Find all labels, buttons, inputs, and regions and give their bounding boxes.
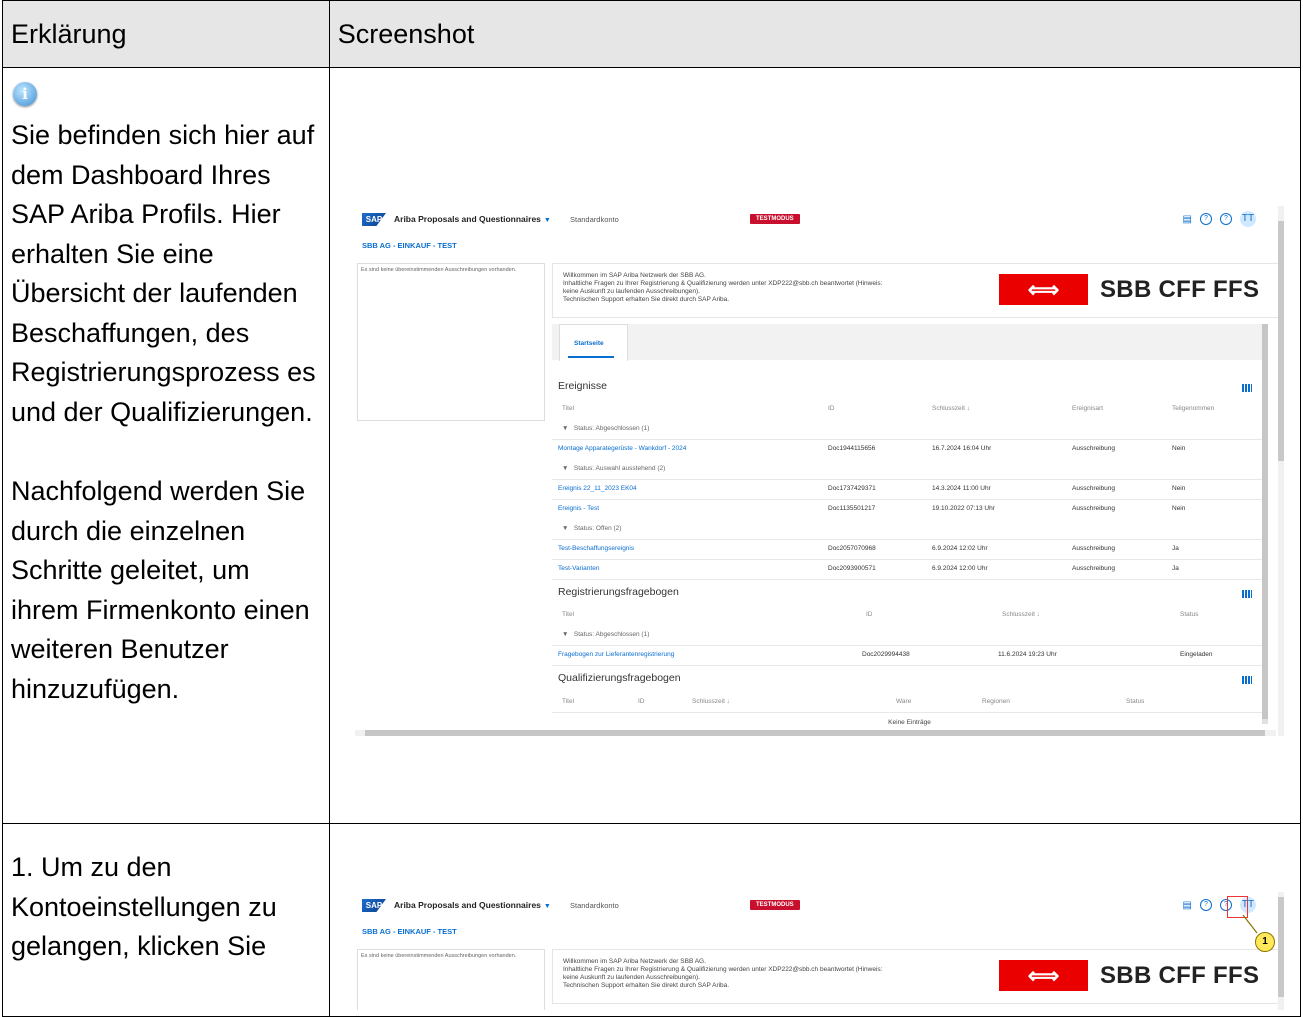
sbb-wordmark: SBB CFF FFS bbox=[1100, 275, 1260, 303]
help-icon[interactable]: ? bbox=[1200, 899, 1212, 911]
app-switcher[interactable]: Ariba Proposals and Questionnaires ▼ bbox=[394, 214, 551, 224]
inner-scrollbar[interactable] bbox=[1262, 324, 1268, 724]
header-icons: ▤ ? ? TT bbox=[1183, 211, 1256, 227]
table-row: Fragebogen zur Lieferantenregistrierung … bbox=[552, 645, 1267, 666]
outer-scrollbar[interactable] bbox=[1278, 206, 1284, 736]
left-pane: Es sind keine übereinstimmenden Ausschre… bbox=[357, 263, 545, 421]
qualification-title: Qualifizierungsfragebogen bbox=[558, 672, 681, 684]
header-screenshot: Screenshot bbox=[328, 0, 1302, 68]
event-link[interactable]: Test-Varianten bbox=[558, 565, 599, 572]
chevron-down-icon: ▼ bbox=[543, 217, 551, 224]
tab-active-indicator bbox=[568, 356, 614, 358]
registration-header-row: Titel ID Schlusszeit ↓ Status bbox=[552, 605, 1267, 626]
sbb-arrow-icon: ⟺ bbox=[999, 960, 1088, 991]
account-label: Standardkonto bbox=[570, 215, 619, 224]
notification-icon[interactable]: ▤ bbox=[1183, 900, 1192, 911]
table-options-icon[interactable] bbox=[1242, 590, 1252, 598]
sbb-arrow-icon: ⟺ bbox=[999, 274, 1088, 305]
table-row: Montage Apparategerüste - Wankdorf - 202… bbox=[552, 439, 1267, 460]
chevron-down-icon: ▼ bbox=[543, 903, 551, 910]
help-icon[interactable]: ? bbox=[1200, 213, 1212, 225]
left-pane: Es sind keine übereinstimmenden Ausschre… bbox=[357, 949, 545, 1010]
event-link[interactable]: Test-Beschaffungsereignis bbox=[558, 545, 634, 552]
table-row: Ereignis 22_11_2023 EK04 Doc1737429371 1… bbox=[552, 479, 1267, 500]
testmodus-badge: TESTMODUS bbox=[750, 214, 800, 224]
help-alt-icon[interactable]: ? bbox=[1220, 213, 1232, 225]
event-link[interactable]: Montage Apparategerüste - Wankdorf - 202… bbox=[558, 445, 686, 452]
header-erklaerung: Erklärung bbox=[2, 0, 330, 68]
table-row: Test-Beschaffungsereignis Doc2057070968 … bbox=[552, 539, 1267, 560]
ariba-topbar: SAP Ariba Proposals and Questionnaires ▼ … bbox=[352, 892, 1296, 918]
explanation-paragraph-1: Sie befinden sich hier auf dem Dashboard… bbox=[11, 120, 316, 427]
app-switcher[interactable]: Ariba Proposals and Questionnaires ▼ bbox=[394, 900, 551, 910]
ariba-dashboard-screenshot: SAP Ariba Proposals and Questionnaires ▼ … bbox=[352, 206, 1296, 742]
explanation-cell-2: 1. Um zu den Kontoeinstellungen zu gelan… bbox=[2, 823, 330, 1017]
organization-link[interactable]: SBB AG - EINKAUF - TEST bbox=[362, 927, 457, 936]
qualification-header-row: Titel ID Schlusszeit ↓ Ware Regionen Sta… bbox=[552, 692, 1267, 713]
organization-link[interactable]: SBB AG - EINKAUF - TEST bbox=[362, 241, 457, 250]
sbb-wordmark: SBB CFF FFS bbox=[1100, 961, 1260, 989]
ariba-header-screenshot: SAP Ariba Proposals and Questionnaires ▼ … bbox=[352, 892, 1296, 1010]
registration-group-closed[interactable]: ▼ Status: Abgeschlossen (1) bbox=[552, 625, 1267, 646]
info-icon: i bbox=[13, 82, 37, 106]
sap-logo: SAP bbox=[362, 213, 386, 226]
left-pane-note: Es sind keine übereinstimmenden Ausschre… bbox=[361, 267, 517, 273]
events-header-row: Titel ID Schlusszeit ↓ Ereignisart Teilg… bbox=[552, 399, 1267, 420]
empty-state: Keine Einträge bbox=[888, 719, 931, 726]
table-row: Test-Varianten Doc2093900571 6.9.2024 12… bbox=[552, 559, 1267, 580]
event-link[interactable]: Ereignis 22_11_2023 EK04 bbox=[558, 485, 637, 492]
registration-title: Registrierungsfragebogen bbox=[558, 586, 679, 598]
events-group-pending[interactable]: ▼ Status: Auswahl ausstehend (2) bbox=[552, 459, 1267, 480]
banner-text: Willkommen im SAP Ariba Netzwerk der SBB… bbox=[563, 272, 883, 303]
explanation-cell-1: i Sie befinden sich hier auf dem Dashboa… bbox=[2, 67, 330, 824]
testmodus-badge: TESTMODUS bbox=[750, 900, 800, 910]
questionnaire-link[interactable]: Fragebogen zur Lieferantenregistrierung bbox=[558, 651, 674, 658]
horizontal-scrollbar[interactable] bbox=[355, 730, 1276, 736]
table-options-icon[interactable] bbox=[1242, 384, 1252, 392]
sap-logo: SAP bbox=[362, 899, 386, 912]
ariba-topbar: SAP Ariba Proposals and Questionnaires ▼ … bbox=[352, 206, 1296, 232]
sbb-logo: ⟺ SBB CFF FFS bbox=[999, 274, 1271, 305]
explanation-paragraph-2: Nachfolgend werden Sie durch die einzeln… bbox=[11, 476, 310, 704]
table-row: Ereignis - Test Doc1135501217 19.10.2022… bbox=[552, 499, 1267, 520]
outer-scrollbar[interactable] bbox=[1278, 892, 1284, 1010]
events-title: Ereignisse bbox=[558, 380, 608, 392]
banner-text: Willkommen im SAP Ariba Netzwerk der SBB… bbox=[563, 958, 883, 989]
notification-icon[interactable]: ▤ bbox=[1183, 214, 1192, 225]
events-group-closed[interactable]: ▼ Status: Abgeschlossen (1) bbox=[552, 419, 1267, 440]
event-link[interactable]: Ereignis - Test bbox=[558, 505, 599, 512]
welcome-banner: Willkommen im SAP Ariba Netzwerk der SBB… bbox=[552, 949, 1279, 1004]
account-label: Standardkonto bbox=[570, 901, 619, 910]
document-page: Erklärung Screenshot i Sie befinden sich… bbox=[0, 0, 1303, 1017]
step-1-text: 1. Um zu den Kontoeinstellungen zu gelan… bbox=[11, 852, 277, 961]
tab-strip bbox=[552, 324, 1267, 360]
sbb-logo: ⟺ SBB CFF FFS bbox=[999, 960, 1271, 991]
table-options-icon[interactable] bbox=[1242, 676, 1252, 684]
user-avatar[interactable]: TT bbox=[1240, 211, 1256, 227]
events-group-open[interactable]: ▼ Status: Offen (2) bbox=[552, 519, 1267, 540]
welcome-banner: Willkommen im SAP Ariba Netzwerk der SBB… bbox=[552, 263, 1279, 318]
marker-connector bbox=[1242, 914, 1258, 934]
